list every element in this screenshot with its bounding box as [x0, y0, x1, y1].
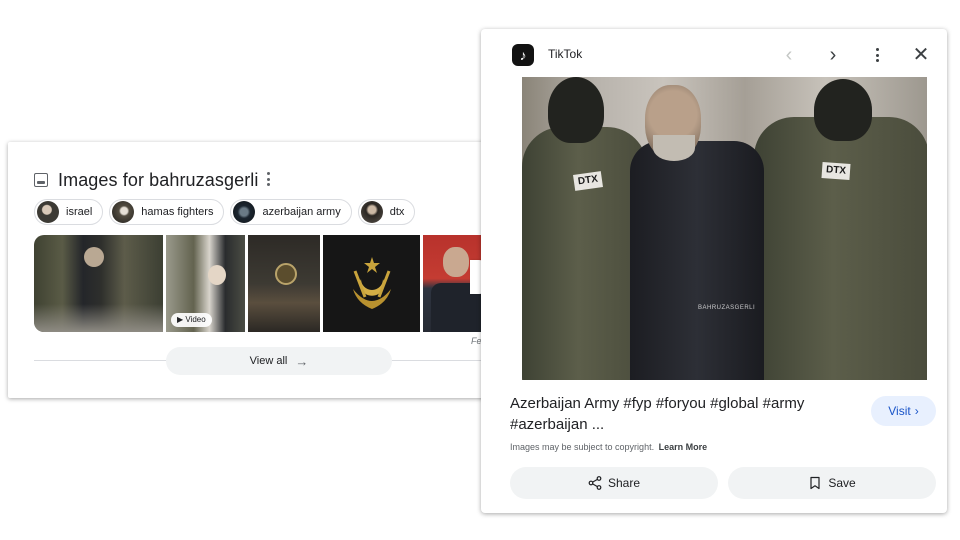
dtx-patch: DTX	[821, 162, 851, 180]
chevron-right-icon: ›	[914, 404, 919, 418]
save-button[interactable]: Save	[728, 467, 936, 499]
chip-label: azerbaijan army	[262, 206, 341, 218]
next-image-button[interactable]: ›	[821, 43, 845, 67]
view-all-button[interactable]: View all →	[166, 347, 392, 375]
images-panel: Images for bahruzasgerli israel hamas fi…	[8, 142, 508, 398]
chip-azerbaijan-army[interactable]: azerbaijan army	[230, 199, 352, 225]
crescent-star-emblem-icon	[353, 257, 391, 309]
chip-hamas-fighters[interactable]: hamas fighters	[109, 199, 225, 225]
image-watermark: BAHRUZASGERLI	[698, 305, 756, 311]
man-figure	[630, 141, 764, 380]
feedback-link[interactable]: Fe	[471, 336, 482, 346]
preview-header: ♪ TikTok ‹ › ✕	[481, 29, 947, 81]
arrow-right-icon: →	[295, 353, 309, 369]
image-icon	[34, 173, 48, 187]
tiktok-logo-icon: ♪	[512, 44, 534, 66]
save-label: Save	[828, 476, 856, 490]
chip-label: hamas fighters	[141, 206, 214, 218]
more-options-icon[interactable]	[266, 172, 270, 186]
image-thumbnail-video[interactable]: ▶ Video	[166, 235, 245, 332]
chip-thumbnail	[233, 201, 256, 223]
chip-label: dtx	[389, 206, 405, 218]
video-badge-label: Video	[185, 315, 206, 324]
image-thumbnail[interactable]	[34, 235, 163, 332]
soldier-figure	[754, 117, 927, 380]
copyright-text: Images may be subject to copyright.	[510, 442, 655, 452]
previous-image-button[interactable]: ‹	[777, 43, 801, 67]
helmet	[548, 77, 604, 143]
video-badge: ▶ Video	[171, 313, 212, 327]
chip-dtx[interactable]: dtx	[357, 199, 416, 225]
related-search-chips: israel hamas fighters azerbaijan army dt…	[34, 199, 416, 225]
share-label: Share	[607, 476, 641, 490]
preview-title[interactable]: Azerbaijan Army #fyp #foryou #global #ar…	[510, 393, 840, 435]
preview-image[interactable]: DTX DTX BAHRUZASGERLI	[522, 77, 927, 380]
chip-thumbnail	[360, 201, 383, 223]
share-button[interactable]: Share	[510, 467, 718, 499]
images-panel-title: Images for bahruzasgerli	[58, 169, 259, 190]
more-options-icon[interactable]	[875, 48, 879, 62]
visit-button[interactable]: Visit ›	[871, 396, 936, 426]
helmet	[814, 79, 872, 141]
image-thumbnail-row: ▶ Video	[34, 235, 493, 332]
image-thumbnail[interactable]	[248, 235, 320, 332]
close-icon[interactable]: ✕	[909, 43, 933, 67]
share-icon	[588, 476, 602, 490]
chip-israel[interactable]: israel	[34, 199, 104, 225]
bookmark-icon	[810, 476, 820, 490]
chip-thumbnail	[112, 201, 135, 223]
chip-thumbnail	[37, 201, 59, 223]
chip-label: israel	[66, 206, 93, 218]
soldier-figure	[522, 127, 647, 380]
image-thumbnail[interactable]	[323, 235, 420, 332]
images-panel-header: Images for bahruzasgerli	[34, 168, 259, 192]
copyright-notice: Images may be subject to copyright. Lear…	[510, 442, 707, 452]
source-name[interactable]: TikTok	[548, 47, 582, 61]
image-preview-panel: ♪ TikTok ‹ › ✕ DTX DTX BAHRUZASGERLI Aze…	[481, 29, 947, 513]
view-all-label: View all	[249, 355, 288, 367]
visit-label: Visit	[888, 404, 911, 418]
learn-more-link[interactable]: Learn More	[659, 442, 708, 452]
